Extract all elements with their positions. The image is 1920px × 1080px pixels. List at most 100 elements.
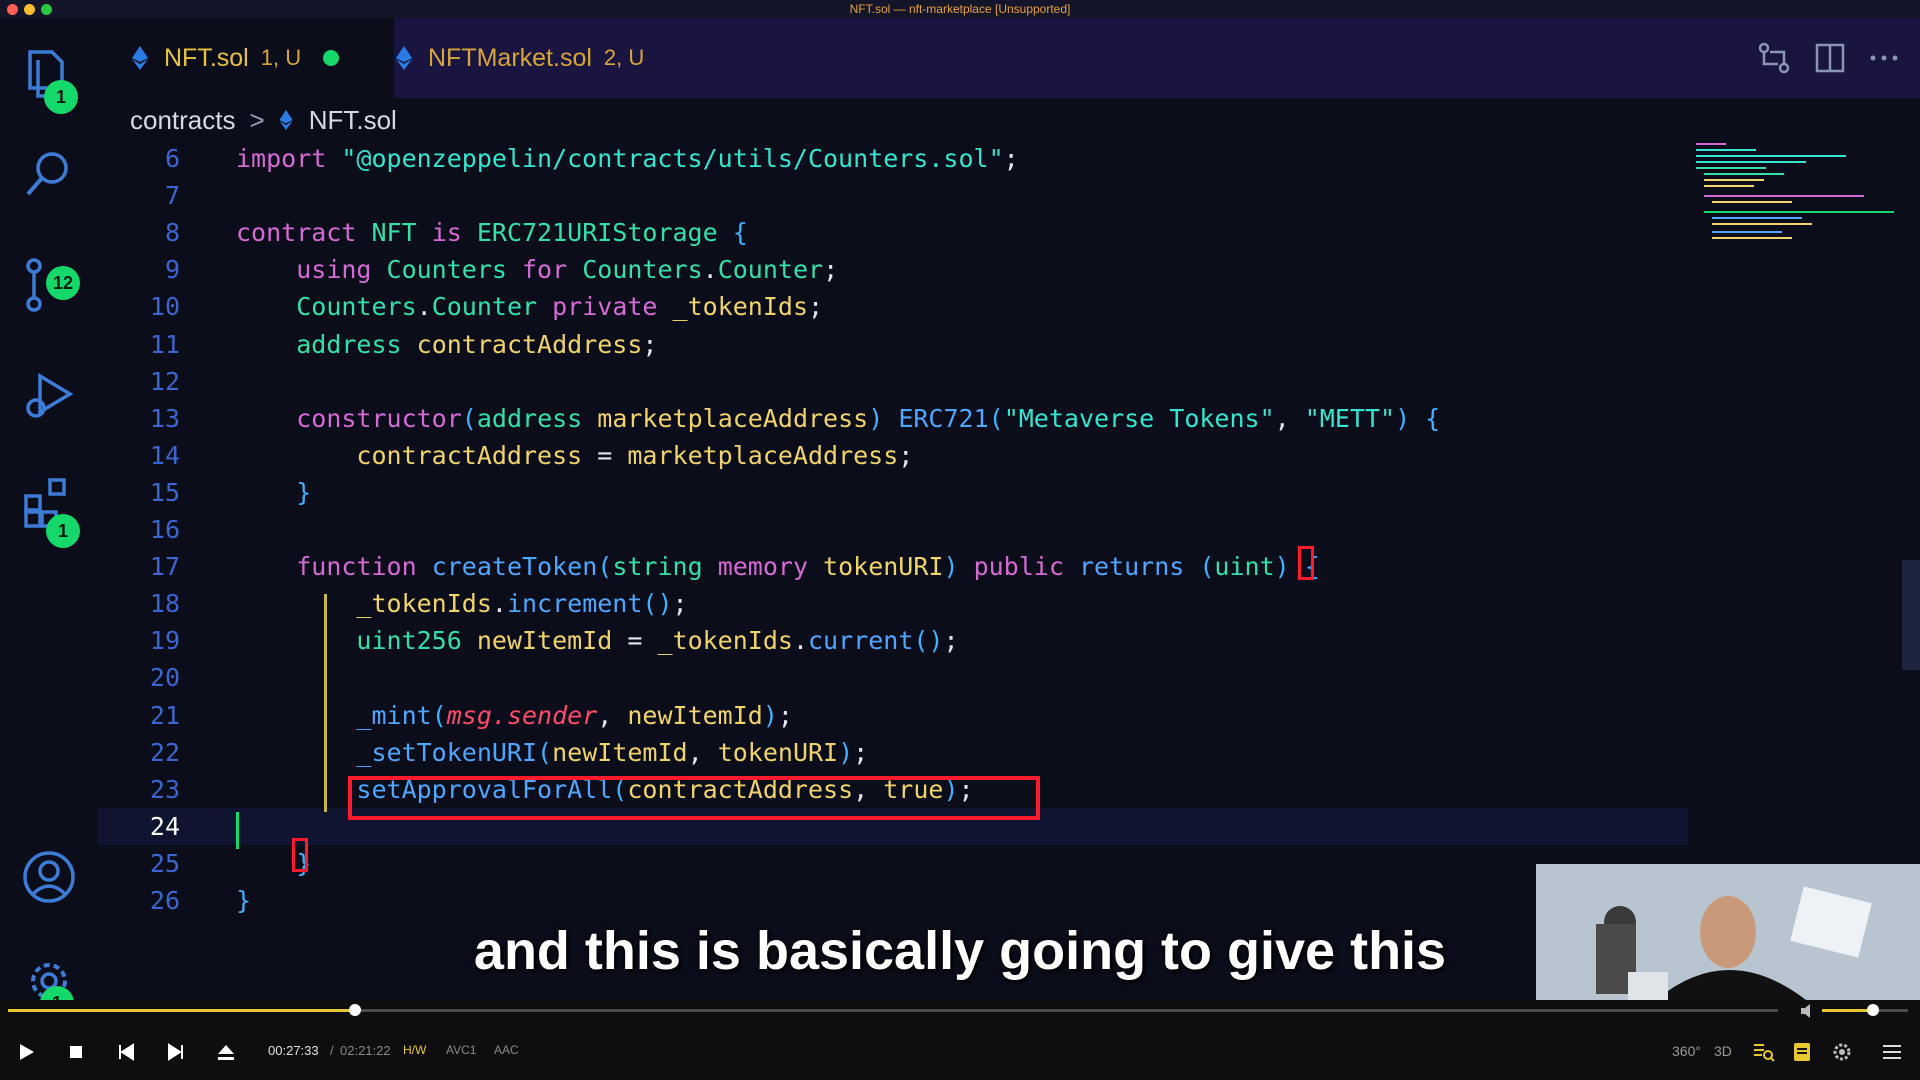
code-text: _mint(msg.sender, newItemId); — [236, 697, 793, 734]
code-editor[interactable]: 26} 25 } 24 23 setApprovalForAll(contractAd… — [98, 140, 1698, 1000]
breadcrumb-folder[interactable]: contracts — [130, 105, 236, 136]
code-token: Counter — [431, 292, 553, 322]
code-line[interactable]: 13 constructor(address marketplaceAddres… — [98, 400, 1688, 437]
playlist-search-icon[interactable] — [1752, 1040, 1776, 1064]
settings-icon[interactable] — [1830, 1040, 1854, 1064]
search-icon[interactable] — [20, 146, 78, 204]
code-line[interactable]: 26} — [98, 882, 1688, 919]
code-token: address — [296, 329, 417, 359]
chevron-right-icon: > — [249, 104, 265, 135]
code-line[interactable]: 9 using Counters for Counters.Counter; — [98, 251, 1688, 288]
code-line[interactable]: 25 } — [98, 845, 1688, 882]
split-editor-icon[interactable] — [1814, 42, 1846, 79]
code-token: ( — [537, 737, 553, 767]
code-token: Counters — [582, 255, 703, 285]
code-line[interactable]: 6 import "@openzeppelin/contracts/utils/C… — [98, 140, 1688, 177]
volume-handle[interactable] — [1867, 1004, 1879, 1016]
code-token: constructor — [296, 403, 462, 433]
code-token: address — [476, 403, 598, 433]
code-line[interactable]: 15 } — [98, 474, 1688, 511]
code-token: _tokenIds — [356, 589, 492, 619]
close-window-button[interactable] — [7, 4, 18, 15]
code-token: () — [913, 626, 944, 656]
code-line[interactable]: 21 _mint(msg.sender, newItemId); — [98, 697, 1688, 734]
minimap[interactable] — [1696, 140, 1902, 260]
solidity-file-icon — [396, 46, 412, 70]
code-token: function — [296, 552, 432, 582]
activity-bar: 1 12 1 1 — [0, 18, 98, 1020]
extensions-icon[interactable]: 1 — [20, 474, 80, 548]
code-token: NFT — [371, 218, 432, 248]
source-control-icon[interactable]: 12 — [20, 256, 80, 314]
code-token: _tokenIds — [657, 626, 793, 656]
code-token: tokenURI — [717, 737, 839, 767]
code-line[interactable]: 14 contractAddress = marketplaceAddress; — [98, 437, 1688, 474]
open-changes-icon[interactable] — [1758, 42, 1790, 79]
code-line[interactable]: 16 — [98, 511, 1688, 548]
code-token: createToken — [431, 552, 598, 582]
video-codec-badge[interactable]: AVC1 — [446, 1043, 476, 1057]
code-text: using Counters for Counters.Counter; — [236, 251, 838, 288]
code-token: . — [702, 255, 718, 285]
line-number: 9 — [164, 255, 180, 285]
subtitles-icon[interactable] — [1790, 1040, 1814, 1064]
previous-icon[interactable] — [114, 1040, 138, 1064]
stop-icon[interactable] — [64, 1040, 88, 1064]
code-text: } — [236, 474, 311, 511]
code-line[interactable]: 10 Counters.Counter private _tokenIds; — [98, 288, 1688, 325]
run-debug-icon[interactable] — [20, 368, 78, 426]
minimize-window-button[interactable] — [24, 4, 35, 15]
eject-icon[interactable] — [214, 1040, 238, 1064]
code-text: uint256 newItemId = _tokenIds.current(); — [236, 622, 959, 659]
code-line[interactable]: 20 — [98, 659, 1688, 696]
code-line[interactable]: 17 function createToken(string memory to… — [98, 548, 1688, 585]
tab-nft-sol[interactable]: NFT.sol 1, U — [98, 18, 394, 98]
code-text: contractAddress = marketplaceAddress; — [236, 437, 913, 474]
code-line[interactable]: 12 — [98, 363, 1688, 400]
line-number: 22 — [149, 737, 180, 767]
breadcrumb-file[interactable]: NFT.sol — [309, 105, 397, 136]
more-actions-icon[interactable] — [1868, 42, 1900, 79]
next-icon[interactable] — [164, 1040, 188, 1064]
explorer-icon[interactable]: 1 — [20, 44, 78, 114]
hardware-decoding-badge[interactable]: H/W — [403, 1043, 426, 1057]
code-line[interactable]: 18 _tokenIds.increment(); — [98, 585, 1688, 622]
code-token: ; — [853, 737, 869, 767]
code-line[interactable]: 8 contract NFT is ERC721URIStorage { — [98, 214, 1688, 251]
code-text: function createToken(string memory token… — [236, 548, 1320, 585]
line-number: 23 — [149, 774, 180, 804]
play-icon[interactable] — [14, 1040, 38, 1064]
maximize-window-button[interactable] — [41, 4, 52, 15]
volume-icon[interactable] — [1800, 1003, 1816, 1024]
editor-scrollbar[interactable] — [1902, 560, 1920, 670]
code-line[interactable]: 22 _setTokenURI(newItemId, tokenURI); — [98, 734, 1688, 771]
vr-360-button[interactable]: 360° — [1672, 1043, 1701, 1059]
code-token: marketplaceAddress — [627, 440, 899, 470]
account-icon[interactable] — [20, 848, 78, 906]
line-number: 13 — [149, 403, 180, 433]
3d-button[interactable]: 3D — [1714, 1043, 1732, 1059]
code-line[interactable]: 19 uint256 newItemId = _tokenIds.current… — [98, 622, 1688, 659]
audio-codec-badge[interactable]: AAC — [494, 1043, 519, 1057]
unsaved-dot-icon[interactable] — [323, 50, 340, 66]
solidity-file-icon — [132, 46, 148, 70]
code-token: ) — [868, 403, 899, 433]
line-number: 15 — [149, 477, 180, 507]
code-line[interactable]: 7 — [98, 177, 1688, 214]
code-line[interactable]: 11 address contractAddress; — [98, 326, 1688, 363]
code-token: ; — [943, 626, 959, 656]
tab-label: NFTMarket.sol — [428, 43, 592, 72]
code-token: returns — [1078, 552, 1200, 582]
code-token: marketplaceAddress — [597, 403, 869, 433]
seek-handle[interactable] — [349, 1004, 361, 1016]
code-token: ) — [762, 700, 778, 730]
code-token: ) — [943, 552, 974, 582]
menu-icon[interactable] — [1880, 1040, 1904, 1064]
tab-nftmarket-sol[interactable]: NFTMarket.sol 2, U — [362, 18, 712, 98]
